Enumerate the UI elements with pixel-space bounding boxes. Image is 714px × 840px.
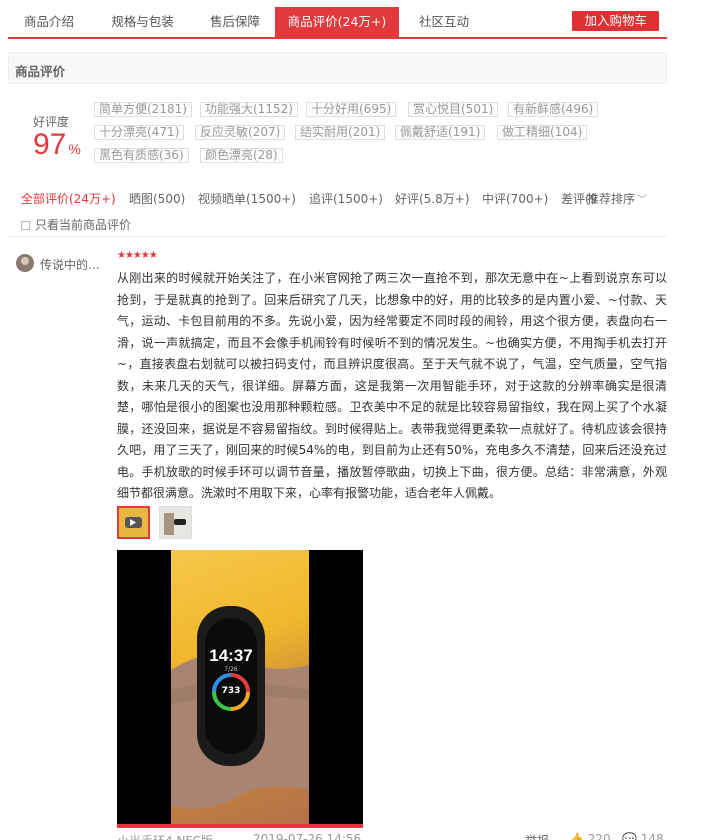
- filter-neutral[interactable]: 中评(700+): [482, 190, 548, 207]
- section-header: 商品评价: [8, 52, 667, 84]
- review-thumbnail[interactable]: [159, 506, 192, 539]
- report-link[interactable]: 举报: [525, 832, 549, 840]
- add-to-cart-button[interactable]: 加入购物车: [572, 11, 659, 31]
- video-thumbnail-icon: [119, 508, 148, 537]
- filter-followup[interactable]: 追评(1500+): [309, 190, 383, 207]
- review-date: 2019-07-26 14:56: [253, 832, 362, 840]
- tab-after-sales[interactable]: 售后保障: [195, 7, 275, 37]
- tag-chip[interactable]: 结实耐用(201): [295, 125, 386, 140]
- tag-chip[interactable]: 十分漂亮(471): [94, 125, 185, 140]
- tag-chip[interactable]: 做工精细(104): [497, 125, 588, 140]
- comment-button[interactable]: 💬 148: [622, 832, 664, 840]
- tag-chip[interactable]: 颜色漂亮(28): [200, 148, 283, 163]
- photo-thumbnail-icon: [160, 507, 191, 538]
- product-tab-bar: 商品介绍 规格与包装 售后保障 商品评价(24万+) 社区互动 加入购物车: [8, 7, 667, 39]
- review-video-player[interactable]: 14:37 7/26 733: [117, 550, 363, 828]
- tab-product-intro[interactable]: 商品介绍: [8, 7, 90, 37]
- filter-video[interactable]: 视频晒单(1500+): [198, 190, 296, 207]
- tag-chip[interactable]: 简单方便(2181): [94, 102, 192, 117]
- comment-icon: 💬: [622, 832, 637, 840]
- chevron-down-icon: ﹀: [637, 195, 648, 206]
- tab-spec-package[interactable]: 规格与包装: [90, 7, 195, 37]
- thumbs-up-icon: 👍: [569, 832, 584, 840]
- filter-photos[interactable]: 晒图(500): [129, 190, 185, 207]
- rating-value: 97%: [33, 128, 81, 162]
- sort-dropdown[interactable]: 推荐排序 ﹀: [587, 190, 647, 207]
- filter-positive[interactable]: 好评(5.8万+): [395, 190, 470, 207]
- tag-chip[interactable]: 反应灵敏(207): [195, 125, 286, 140]
- sort-label: 推荐排序: [587, 192, 636, 206]
- comment-count: 148: [640, 832, 664, 840]
- filter-all[interactable]: 全部评价(24万+): [21, 190, 116, 207]
- only-current-label: 只看当前商品评价: [35, 218, 132, 232]
- section-title: 商品评价: [15, 64, 66, 79]
- review-username: 传说中的...: [40, 258, 100, 272]
- only-current-checkbox[interactable]: 只看当前商品评价: [21, 216, 131, 233]
- review-product: 小米手环4 NFC版: [117, 832, 213, 840]
- watch-date: 7/26: [224, 666, 238, 673]
- tag-chip[interactable]: 佩戴舒适(191): [395, 125, 486, 140]
- review-thumbnail[interactable]: [117, 506, 150, 539]
- watch-time: 14:37: [209, 646, 253, 665]
- tab-community[interactable]: 社区互动: [399, 7, 489, 37]
- watch-steps: 733: [221, 686, 241, 696]
- video-progress-bar[interactable]: [117, 824, 363, 828]
- tag-chip[interactable]: 功能强大(1152): [200, 102, 298, 117]
- like-count: 220: [587, 832, 611, 840]
- tag-chip[interactable]: 赏心悦目(501): [408, 102, 499, 117]
- tag-chip[interactable]: 黑色有质感(36): [94, 148, 189, 163]
- rating-unit: %: [68, 141, 81, 157]
- review-stars: ★★★★★: [117, 250, 158, 261]
- checkbox-icon: [21, 221, 30, 230]
- avatar[interactable]: [16, 254, 34, 272]
- tag-chip[interactable]: 十分好用(695): [306, 102, 397, 117]
- video-progress-fill: [117, 824, 363, 828]
- review-filter-bar: 全部评价(24万+) 晒图(500) 视频晒单(1500+) 追评(1500+)…: [8, 185, 667, 237]
- rating-number: 97: [33, 128, 67, 161]
- tag-chip[interactable]: 有新鲜感(496): [508, 102, 599, 117]
- tab-reviews[interactable]: 商品评价(24万+): [275, 7, 399, 37]
- like-button[interactable]: 👍 220: [569, 832, 611, 840]
- review-text: 从刚出来的时候就开始关注了，在小米官网抢了两三次一直抢不到，那次无意中在~上看到…: [117, 271, 667, 500]
- video-frame: 14:37 7/26 733: [171, 550, 309, 828]
